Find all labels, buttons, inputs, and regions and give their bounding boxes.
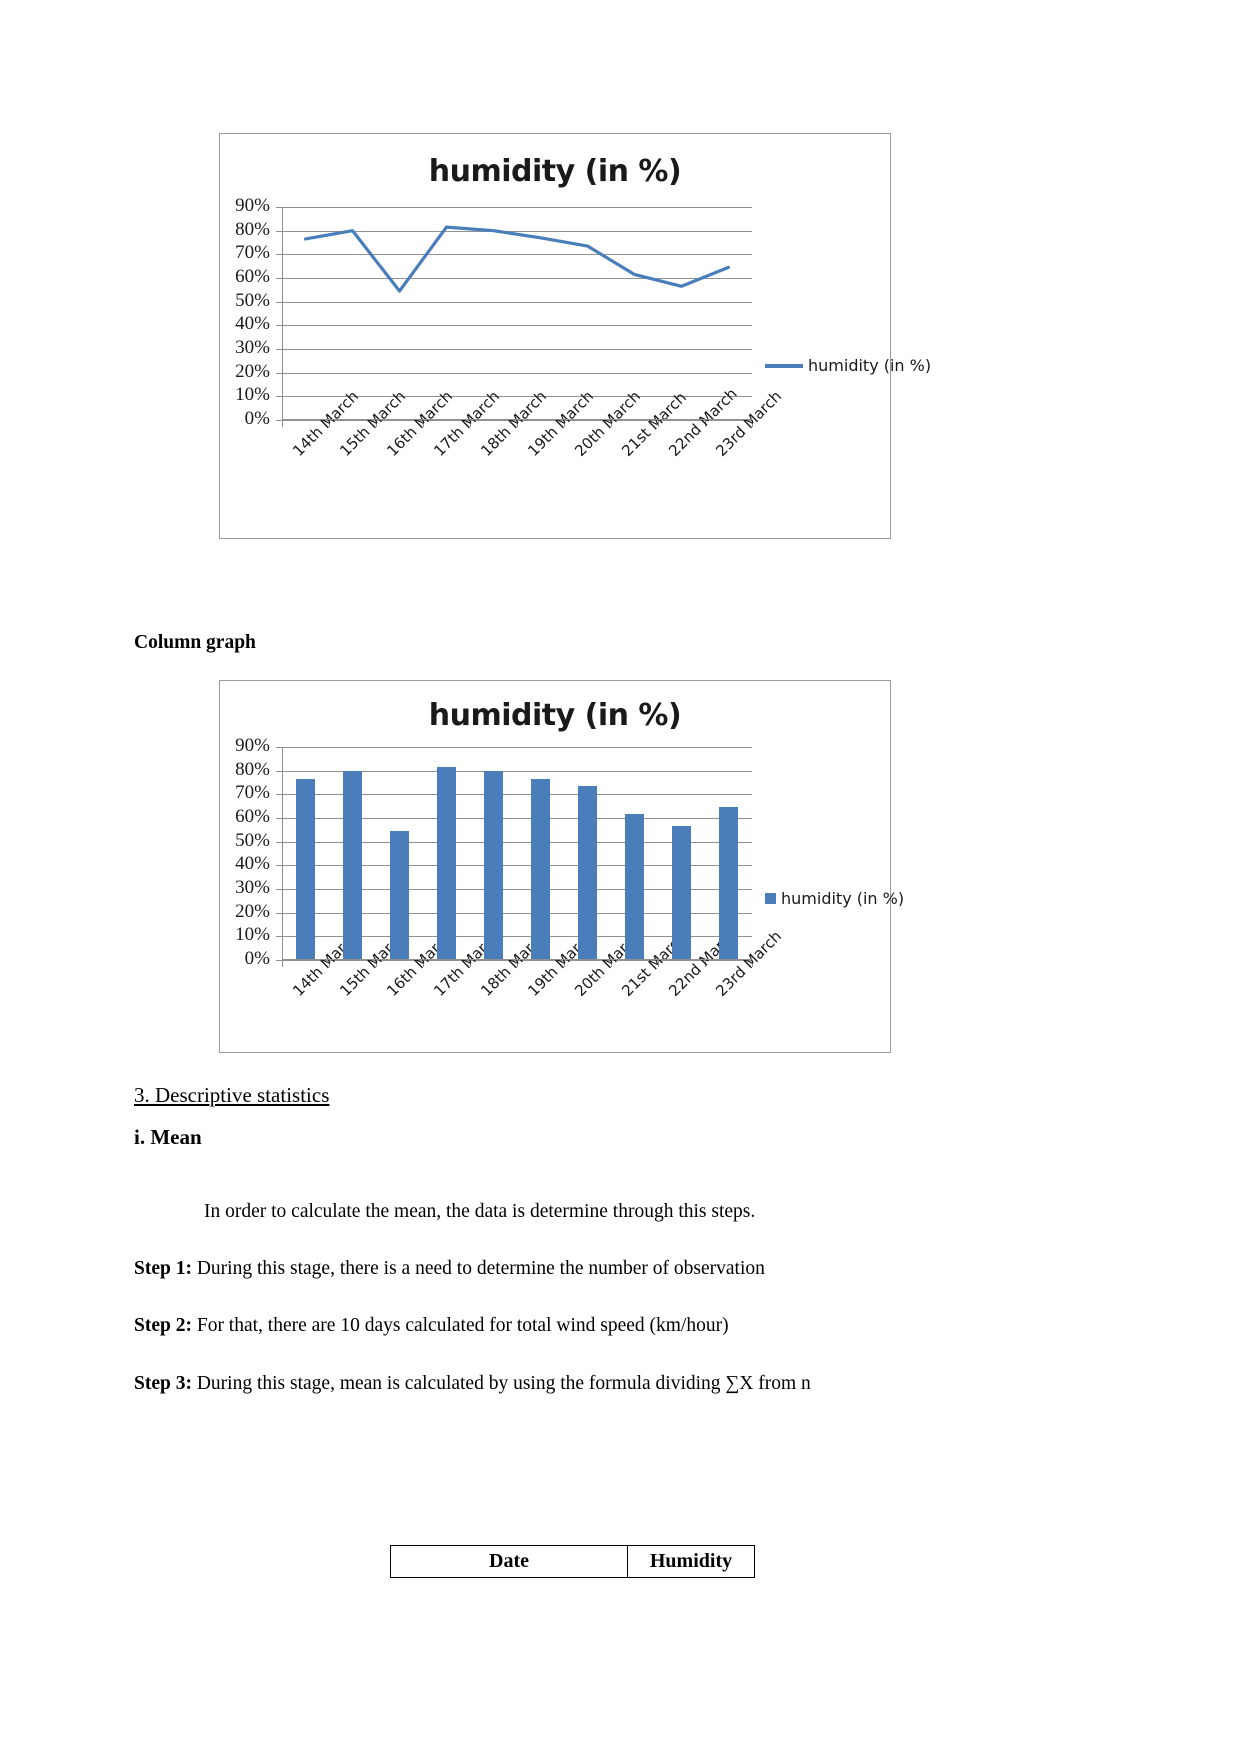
y-axis-tick-label: 80% [235, 758, 270, 780]
table-header-humidity: Humidity [627, 1545, 755, 1578]
step-1: Step 1: During this stage, there is a ne… [134, 1256, 765, 1281]
x-tick-mark [282, 420, 283, 427]
y-axis-tick-label: 50% [235, 289, 270, 311]
y-axis-tick-label: 10% [235, 384, 270, 406]
y-tick-mark [276, 794, 283, 796]
y-axis-tick-label: 40% [235, 313, 270, 335]
bar-chart-title: humidity (in %) [428, 698, 682, 733]
y-axis-tick-label: 60% [235, 266, 270, 287]
bar [389, 831, 410, 960]
document-page: humidity (in %) 90% 80% 70% 60% 50% 40% 30% 20%… [0, 0, 1241, 1754]
line-chart-container: humidity (in %) 90% 80% 70% 60% 50% 40% 30% 20%… [219, 133, 931, 539]
y-tick-mark [276, 865, 283, 867]
bar [718, 807, 739, 960]
step-1-label: Step 1: [134, 1258, 192, 1279]
subsection-heading: i. Mean [134, 1125, 202, 1149]
line-series [303, 225, 731, 293]
legend-swatch-icon [765, 893, 776, 904]
bar-chart-container: humidity (in %) 90% 80% 70% 60% 50% 40% 30% 20%… [219, 680, 904, 1053]
y-axis-tick-label: 20% [235, 360, 270, 382]
y-tick-mark [276, 747, 283, 748]
bar [436, 767, 457, 960]
y-tick-mark [276, 889, 283, 890]
y-axis-tick-label: 70% [235, 782, 270, 804]
y-axis-tick-label: 40% [235, 853, 270, 875]
bar [577, 786, 598, 960]
x-axis-line [282, 959, 752, 960]
step-2-label: Step 2: [134, 1315, 192, 1336]
table-header-row: Date Humidity [390, 1545, 755, 1578]
line-chart-legend: humidity (in %) [765, 356, 931, 375]
y-tick-mark [276, 841, 283, 843]
line-chart-title: humidity (in %) [428, 154, 682, 189]
step-3: Step 3: During this stage, mean is calcu… [134, 1371, 811, 1396]
y-axis-tick-label: 90% [235, 195, 270, 216]
y-axis-tick-label: 30% [235, 337, 270, 358]
x-axis-line [282, 419, 752, 420]
bar-chart-plot-area: 90% 80% 70% 60% 50% 40% 30% 20% 10% 0% 14th March 1… [235, 735, 784, 1000]
y-tick-mark [276, 770, 283, 772]
legend-label: humidity (in %) [808, 356, 932, 375]
table-header-date: Date [390, 1545, 628, 1578]
bar-chart-legend: humidity (in %) [765, 889, 904, 908]
bar [342, 770, 363, 960]
y-axis-tick-label: 10% [235, 924, 270, 946]
y-axis-tick-label: 80% [235, 218, 270, 240]
step-2: Step 2: For that, there are 10 days calc… [134, 1313, 729, 1338]
x-tick-mark [282, 960, 283, 967]
y-tick-mark [276, 936, 283, 938]
gridline [282, 747, 752, 748]
y-axis-tick-label: 30% [235, 877, 270, 898]
step-1-text: During this stage, there is a need to de… [191, 1258, 765, 1279]
y-tick-mark [276, 912, 283, 914]
section-heading: 3. Descriptive statistics [134, 1083, 330, 1107]
y-axis-tick-label: 60% [235, 806, 270, 827]
y-tick-mark [276, 818, 283, 819]
y-axis-tick-label: 0% [244, 948, 270, 969]
intro-paragraph: In order to calculate the mean, the data… [204, 1201, 756, 1222]
column-graph-caption: Column graph [134, 632, 256, 653]
y-axis-tick-label: 70% [235, 242, 270, 264]
legend-line-icon [765, 363, 803, 368]
step-2-text: For that, there are 10 days calculated f… [191, 1315, 729, 1336]
y-axis-tick-label: 20% [235, 900, 270, 922]
y-axis-tick-label: 0% [244, 408, 270, 429]
bar [671, 826, 692, 960]
y-axis-tick-label: 90% [235, 735, 270, 756]
bar [295, 778, 316, 960]
humidity-table: Date Humidity [390, 1545, 755, 1578]
bar [530, 778, 551, 960]
legend-label: humidity (in %) [781, 889, 905, 908]
bar [483, 770, 504, 960]
y-axis-tick-label: 50% [235, 829, 270, 851]
step-3-label: Step 3: [134, 1373, 192, 1394]
line-chart-plot-area: 90% 80% 70% 60% 50% 40% 30% 20% 10% 0% 14th March 1… [235, 195, 784, 460]
y-axis-line [282, 747, 283, 960]
bar [624, 814, 645, 960]
step-3-text: During this stage, mean is calculated by… [191, 1373, 811, 1394]
